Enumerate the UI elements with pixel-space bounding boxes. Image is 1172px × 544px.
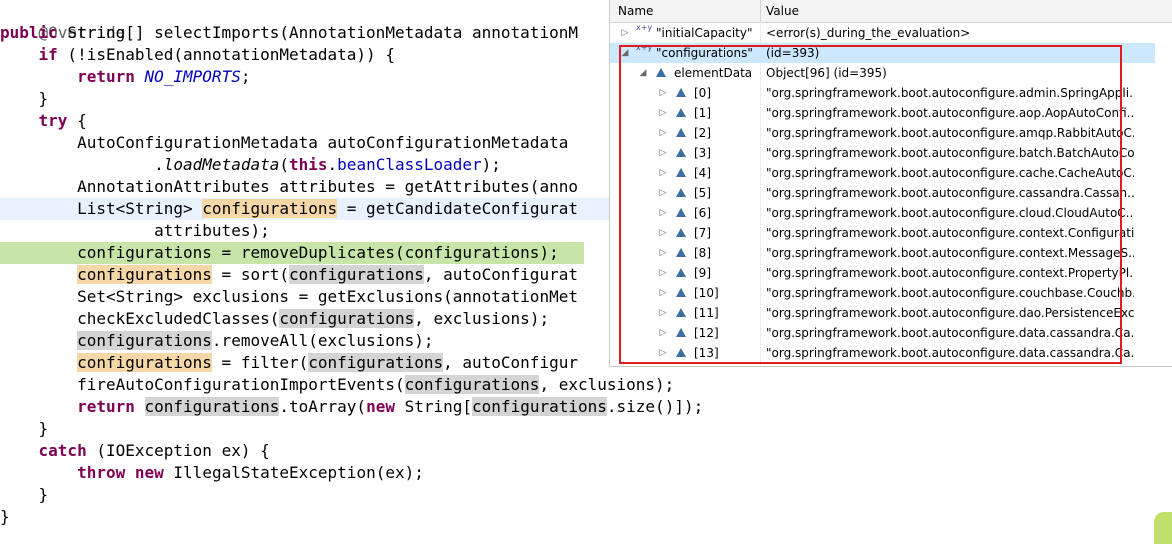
code-text: , exclusions); [414,309,550,328]
overview-ruler-marker [1154,512,1172,544]
keyword: return [77,67,135,86]
code-text: checkExcludedClasses( [77,309,280,328]
code-text: . [154,155,164,174]
code-text: fireAutoConfigurationImportEvents( [77,375,405,394]
variable-occurrence: configurations [288,265,424,284]
variable-occurrence: configurations [202,199,338,218]
code-line: } [0,506,1172,528]
variable-occurrence: configurations [279,309,415,328]
code-text: IllegalStateException(ex); [163,463,424,482]
keyword: new [134,463,164,482]
code-text: . [327,155,338,174]
annotation-highlight-box [619,45,1122,364]
variable-occurrence: configurations [308,353,444,372]
code-text: .removeAll(exclusions); [211,331,434,350]
code-text: AutoConfigurationMetadata autoConfigurat… [77,133,569,152]
code-text: (IOException ex) { [86,441,270,460]
code-text: .size()]); [606,397,704,416]
code-text: ; [240,67,251,86]
code-text: , autoConfigurat [423,265,578,284]
field: beanClassLoader [337,155,482,174]
column-header-name[interactable]: Name [618,4,653,18]
variables-header: Name Value [610,0,1172,23]
keyword: try [38,111,68,130]
variable-name: "initialCapacity" [656,26,753,40]
code-text: ( [279,155,289,174]
debug-current-line: configurations = removeDuplicates(config… [0,242,584,264]
code-text: { [67,111,87,130]
code-text: ); [481,155,501,174]
code-text: = filter( [211,353,309,372]
code-text: AnnotationAttributes attributes = getAtt… [77,177,578,196]
code-text: = getCandidateConfigurat [337,199,578,218]
variable-value: <error(s)_during_the_evaluation> [766,26,971,40]
column-divider[interactable] [760,0,761,22]
code-text: String[ [394,397,473,416]
code-text: attributes); [154,221,270,240]
keyword: throw [77,463,126,482]
keyword: if [38,45,58,64]
code-text: List<String> [77,199,203,218]
code-text: String[] selectImports(AnnotationMetadat… [57,23,578,42]
keyword: return [77,397,135,416]
code-line: throw new IllegalStateException(ex); [0,462,1172,484]
code-line: return configurations.toArray(new String… [0,396,1172,418]
variable-occurrence: configurations [144,397,280,416]
code-text: Set<String> exclusions = getExclusions(a… [77,287,578,306]
collapsed-triangle-icon[interactable]: ▷ [620,23,630,43]
constant: NO_IMPORTS [144,67,241,86]
static-method: loadMetadata [163,155,280,174]
code-text: (!isEnabled(annotationMetadata)) { [57,45,395,64]
variable-occurrence: configurations [77,265,212,284]
variable-occurrence: configurations [404,375,540,394]
code-text: configurations = removeDuplicates(config… [77,243,559,262]
keyword: this [289,155,328,174]
code-line: } [0,418,1172,440]
variable-row-initial-capacity[interactable]: ▷ x+y "initialCapacity" <error(s)_during… [610,23,1155,43]
code-text: = sort( [211,265,289,284]
variable-occurrence: configurations [472,397,607,416]
code-text: } [0,507,10,526]
code-text: .toArray( [279,397,367,416]
code-text: , autoConfigur [443,353,578,372]
code-line: fireAutoConfigurationImportEvents(config… [0,374,1172,396]
keyword: catch [38,441,87,460]
column-header-value[interactable]: Value [766,4,799,18]
xy-variable-icon: x+y [636,23,653,32]
keyword: new [366,397,395,416]
variable-occurrence: configurations [77,331,212,350]
code-text: } [38,419,49,438]
code-text: } [38,89,49,108]
code-line: catch (IOException ex) { [0,440,1172,462]
variable-occurrence: configurations [77,353,212,372]
code-text: } [38,485,49,504]
keyword: public [0,23,58,42]
code-line: } [0,484,1172,506]
code-text: , exclusions); [539,375,675,394]
